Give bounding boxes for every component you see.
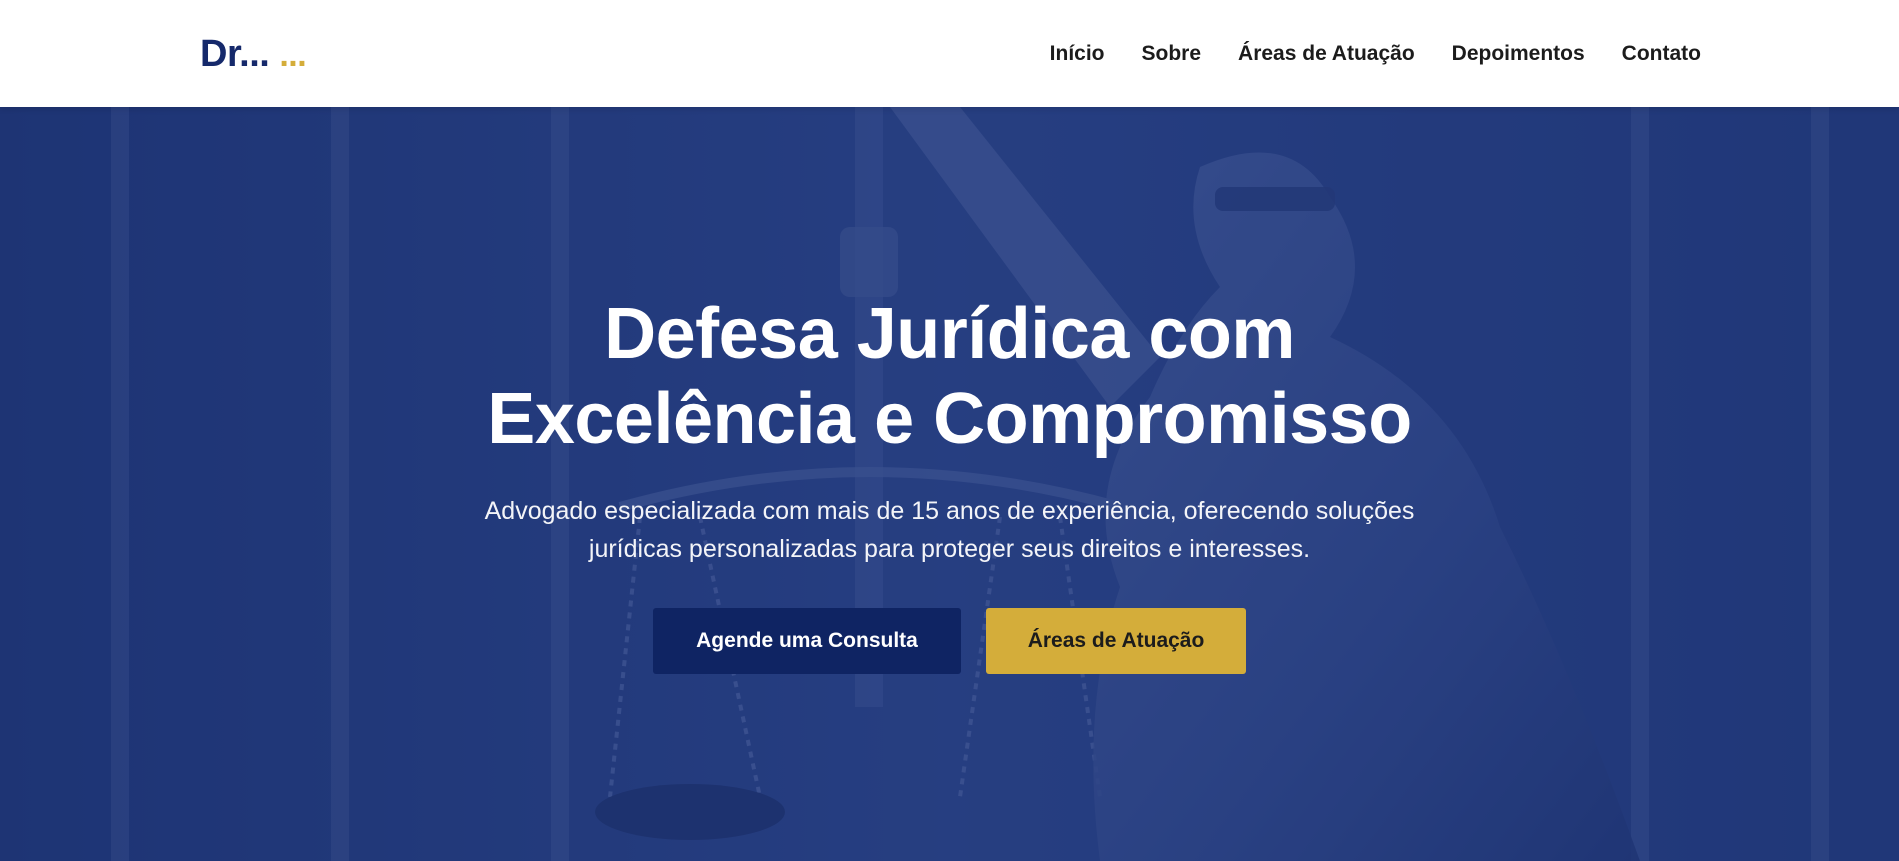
hero-content: Defesa Jurídica com Excelência e Comprom… bbox=[0, 292, 1899, 674]
logo-text: Dr... bbox=[200, 33, 270, 75]
site-logo[interactable]: Dr... ... bbox=[200, 30, 307, 79]
hero-section: Defesa Jurídica com Excelência e Comprom… bbox=[0, 107, 1899, 861]
main-nav: Início Sobre Áreas de Atuação Depoimento… bbox=[1050, 0, 1701, 107]
schedule-consultation-button[interactable]: Agende uma Consulta bbox=[653, 608, 961, 674]
hero-subtitle-line-2: jurídicas personalizadas para proteger s… bbox=[588, 535, 1311, 563]
hero-title-line-2: Excelência e Compromisso bbox=[487, 379, 1412, 459]
hero-subtitle-line-1: Advogado especializada com mais de 15 an… bbox=[484, 497, 1415, 525]
nav-link-contato[interactable]: Contato bbox=[1622, 42, 1701, 66]
hero-title-line-1: Defesa Jurídica com bbox=[604, 294, 1295, 374]
practice-areas-button[interactable]: Áreas de Atuação bbox=[986, 608, 1246, 674]
logo-accent-dots: ... bbox=[279, 36, 307, 74]
nav-link-sobre[interactable]: Sobre bbox=[1142, 42, 1202, 66]
nav-link-inicio[interactable]: Início bbox=[1050, 42, 1105, 66]
site-header: Dr... ... Início Sobre Áreas de Atuação … bbox=[0, 0, 1899, 107]
hero-buttons: Agende uma Consulta Áreas de Atuação bbox=[0, 608, 1899, 674]
nav-link-depoimentos[interactable]: Depoimentos bbox=[1452, 42, 1585, 66]
hero-title: Defesa Jurídica com Excelência e Comprom… bbox=[400, 292, 1500, 462]
nav-link-areas-de-atuacao[interactable]: Áreas de Atuação bbox=[1238, 42, 1415, 66]
hero-subtitle: Advogado especializada com mais de 15 an… bbox=[450, 492, 1450, 568]
